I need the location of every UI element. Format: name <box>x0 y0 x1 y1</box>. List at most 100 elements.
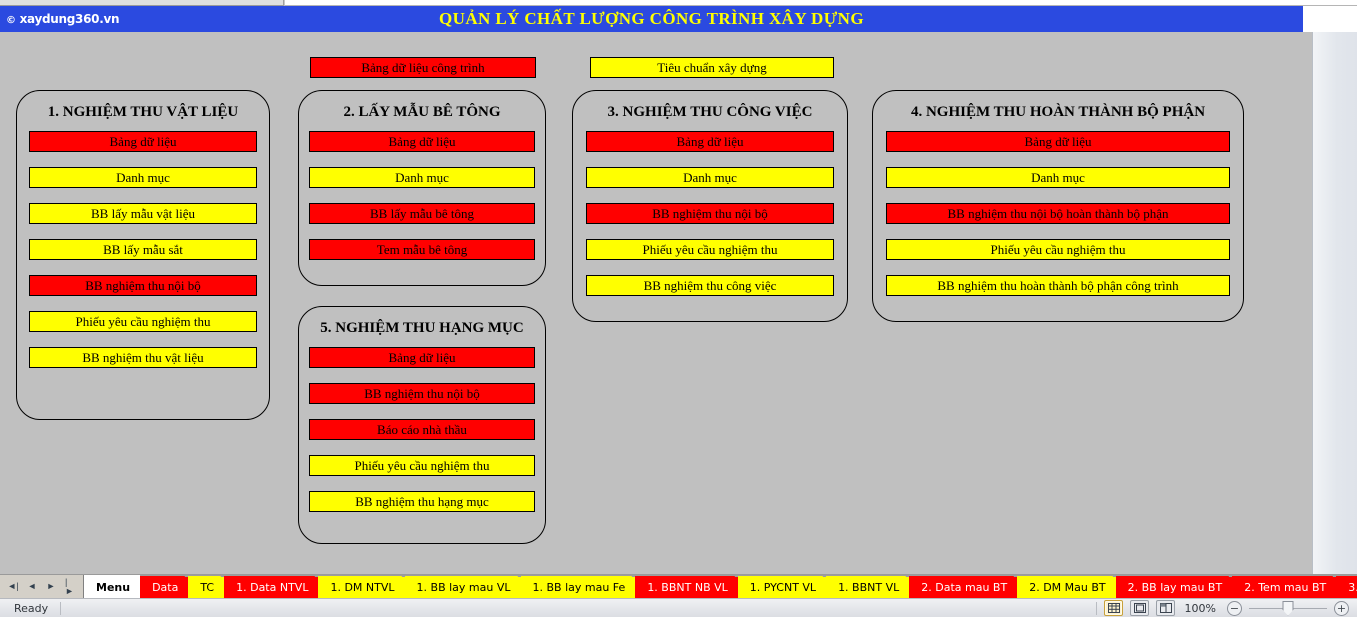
status-bar: Ready 100% − + <box>0 598 1357 617</box>
panel-5-buttons: Bảng dữ liệu BB nghiệm thu nội bộ Báo cá… <box>299 347 545 512</box>
page-layout-view-icon[interactable] <box>1130 600 1149 616</box>
button-p3-bb-nghiem-thu-noi-bo[interactable]: BB nghiệm thu nội bộ <box>586 203 834 224</box>
panel-lay-mau-be-tong: 2. LẤY MẪU BÊ TÔNG Bảng dữ liệu Danh mục… <box>298 90 546 286</box>
title-bar-right-padding <box>1303 6 1357 32</box>
sheet-tab-navigation: ◄| ◄ ► |► <box>0 575 84 598</box>
button-p5-phieu-yeu-cau-nghiem-thu[interactable]: Phiếu yêu cầu nghiệm thu <box>309 455 535 476</box>
button-p1-danh-muc[interactable]: Danh mục <box>29 167 257 188</box>
zoom-out-button[interactable]: − <box>1227 600 1242 616</box>
sheet-tab-data-ntvl[interactable]: 1. Data NTVL <box>224 575 320 598</box>
sheet-tab-bbnt-nb-vl[interactable]: 1. BBNT NB VL <box>635 575 739 598</box>
zoom-level: 100% <box>1184 601 1216 615</box>
button-p5-bb-nghiem-thu-hang-muc[interactable]: BB nghiệm thu hạng mục <box>309 491 535 512</box>
sheet-tab-label: 1. PYCNT VL <box>749 580 817 594</box>
sheet-tab-bar: ◄| ◄ ► |► Menu Data TC 1. Data NTVL 1. D… <box>0 574 1357 598</box>
panel-3-buttons: Bảng dữ liệu Danh mục BB nghiệm thu nội … <box>573 131 847 296</box>
sheet-tabs: Menu Data TC 1. Data NTVL 1. DM NTVL 1. … <box>84 575 1357 598</box>
button-tieu-chuan-xay-dung[interactable]: Tiêu chuẩn xây dựng <box>590 57 834 78</box>
page-break-view-icon[interactable] <box>1156 600 1175 616</box>
panel-4-title: 4. NGHIỆM THU HOÀN THÀNH BỘ PHẬN <box>910 104 1206 120</box>
button-p2-bb-lay-mau-be-tong[interactable]: BB lấy mẫu bê tông <box>309 203 535 224</box>
brand-label: xaydung360.vn <box>19 12 120 26</box>
panel-1-title: 1. NGHIỆM THU VẬT LIỆU <box>47 104 239 120</box>
button-p5-bb-nghiem-thu-noi-bo[interactable]: BB nghiệm thu nội bộ <box>309 383 535 404</box>
panel-nghiem-thu-hang-muc: 5. NGHIỆM THU HẠNG MỤC Bảng dữ liệu BB n… <box>298 306 546 544</box>
panel-nghiem-thu-hoan-thanh-bo-phan: 4. NGHIỆM THU HOÀN THÀNH BỘ PHẬN Bảng dữ… <box>872 90 1244 322</box>
panel-5-title: 5. NGHIỆM THU HẠNG MỤC <box>320 320 524 336</box>
sheet-tab-bb-lay-mau-fe[interactable]: 1. BB lay mau Fe <box>520 575 637 598</box>
first-sheet-icon[interactable]: ◄| <box>7 581 18 593</box>
zoom-in-button[interactable]: + <box>1334 600 1349 616</box>
sheet-tab-data[interactable]: Data <box>140 575 190 598</box>
button-p1-bang-du-lieu[interactable]: Bảng dữ liệu <box>29 131 257 152</box>
sheet-tab-label: 1. BBNT NB VL <box>647 580 728 594</box>
sheet-tab-dm-mau-bt[interactable]: 2. DM Mau BT <box>1017 575 1117 598</box>
sheet-tab-dm-ntvl[interactable]: 1. DM NTVL <box>318 575 406 598</box>
worksheet-right-gap <box>1303 32 1312 574</box>
brand-logo: © xaydung360.vn <box>6 12 120 26</box>
button-p1-bb-nghiem-thu-vat-lieu[interactable]: BB nghiệm thu vật liệu <box>29 347 257 368</box>
button-bang-du-lieu-cong-trinh[interactable]: Bảng dữ liệu công trình <box>310 57 536 78</box>
button-p5-bang-du-lieu[interactable]: Bảng dữ liệu <box>309 347 535 368</box>
panel-3-title: 3. NGHIỆM THU CÔNG VIỆC <box>607 104 813 120</box>
panel-1-buttons: Bảng dữ liệu Danh mục BB lấy mẫu vật liệ… <box>17 131 269 368</box>
sheet-tab-bb-lay-mau-bt[interactable]: 2. BB lay mau BT <box>1115 575 1234 598</box>
button-p1-phieu-yeu-cau-nghiem-thu[interactable]: Phiếu yêu cầu nghiệm thu <box>29 311 257 332</box>
sheet-tab-tem-mau-bt[interactable]: 2. Tem mau BT <box>1232 575 1338 598</box>
sheet-tab-menu[interactable]: Menu <box>84 575 142 598</box>
sheet-tab-label: Data <box>152 580 179 594</box>
next-sheet-icon[interactable]: ► <box>46 581 56 593</box>
last-sheet-icon[interactable]: |► <box>65 577 75 595</box>
panel-nghiem-thu-cong-viec: 3. NGHIỆM THU CÔNG VIỆC Bảng dữ liệu Dan… <box>572 90 848 322</box>
excel-window: © xaydung360.vn QUẢN LÝ CHẤT LƯỢNG CÔNG … <box>0 0 1357 617</box>
status-left-group: Ready <box>0 601 62 615</box>
sheet-tab-label: TC <box>200 580 215 594</box>
normal-view-icon[interactable] <box>1104 600 1123 616</box>
button-p4-bb-nghiem-thu-noi-bo-hoan-thanh[interactable]: BB nghiệm thu nội bộ hoàn thành bộ phận <box>886 203 1230 224</box>
button-p1-bb-lay-mau-vat-lieu[interactable]: BB lấy mẫu vật liệu <box>29 203 257 224</box>
button-p1-bb-nghiem-thu-noi-bo[interactable]: BB nghiệm thu nội bộ <box>29 275 257 296</box>
sheet-tab-label: 2. Data mau BT <box>921 580 1008 594</box>
sheet-tab-bbnt-vl[interactable]: 1. BBNT VL <box>826 575 911 598</box>
sheet-tab-pycnt-vl[interactable]: 1. PYCNT VL <box>737 575 828 598</box>
panel-nghiem-thu-vat-lieu: 1. NGHIỆM THU VẬT LIỆU Bảng dữ liệu Danh… <box>16 90 270 420</box>
button-p2-danh-muc[interactable]: Danh mục <box>309 167 535 188</box>
button-p3-danh-muc[interactable]: Danh mục <box>586 167 834 188</box>
panel-2-title: 2. LẤY MẪU BÊ TÔNG <box>343 104 501 120</box>
sheet-tab-label: 1. Data NTVL <box>236 580 309 594</box>
zoom-slider[interactable] <box>1249 600 1327 616</box>
sheet-tab-label: 2. BB lay mau BT <box>1127 580 1223 594</box>
sheet-tab-label: 1. BB lay mau VL <box>416 580 511 594</box>
button-p3-bang-du-lieu[interactable]: Bảng dữ liệu <box>586 131 834 152</box>
vertical-scrollbar[interactable] <box>1312 32 1357 574</box>
sheet-tab-label: 2. DM Mau BT <box>1029 580 1106 594</box>
page-title: QUẢN LÝ CHẤT LƯỢNG CÔNG TRÌNH XÂY DỰNG <box>439 9 864 28</box>
copyright-icon: © <box>6 15 16 26</box>
button-p3-bb-nghiem-thu-cong-viec[interactable]: BB nghiệm thu công việc <box>586 275 834 296</box>
button-p1-bb-lay-mau-sat[interactable]: BB lấy mẫu sắt <box>29 239 257 260</box>
sheet-tab-tc[interactable]: TC <box>188 575 226 598</box>
panel-2-buttons: Bảng dữ liệu Danh mục BB lấy mẫu bê tông… <box>299 131 545 260</box>
zoom-slider-thumb[interactable] <box>1282 600 1294 616</box>
sheet-tab-dat[interactable]: 3. Dat <box>1336 575 1357 598</box>
button-p3-phieu-yeu-cau-nghiem-thu[interactable]: Phiếu yêu cầu nghiệm thu <box>586 239 834 260</box>
sheet-tab-label: 1. BB lay mau Fe <box>532 580 626 594</box>
panel-4-buttons: Bảng dữ liệu Danh mục BB nghiệm thu nội … <box>873 131 1243 296</box>
button-p4-danh-muc[interactable]: Danh mục <box>886 167 1230 188</box>
button-p2-bang-du-lieu[interactable]: Bảng dữ liệu <box>309 131 535 152</box>
button-p4-phieu-yeu-cau-nghiem-thu[interactable]: Phiếu yêu cầu nghiệm thu <box>886 239 1230 260</box>
sheet-tab-bb-lay-mau-vl[interactable]: 1. BB lay mau VL <box>404 575 522 598</box>
sheet-tab-label: 2. Tem mau BT <box>1244 580 1327 594</box>
sheet-tab-label: 3. Dat <box>1348 580 1357 594</box>
status-text: Ready <box>14 601 49 615</box>
button-p5-bao-cao-nha-thau[interactable]: Báo cáo nhà thầu <box>309 419 535 440</box>
button-p4-bang-du-lieu[interactable]: Bảng dữ liệu <box>886 131 1230 152</box>
button-p4-bb-nghiem-thu-hoan-thanh-bo-phan[interactable]: BB nghiệm thu hoàn thành bộ phận công tr… <box>886 275 1230 296</box>
button-p2-tem-mau-be-tong[interactable]: Tem mẫu bê tông <box>309 239 535 260</box>
previous-sheet-icon[interactable]: ◄ <box>27 581 37 593</box>
app-title-bar: © xaydung360.vn QUẢN LÝ CHẤT LƯỢNG CÔNG … <box>0 6 1303 32</box>
sheet-tab-label: 1. BBNT VL <box>838 580 900 594</box>
sheet-tab-data-mau-bt[interactable]: 2. Data mau BT <box>909 575 1019 598</box>
status-right-group: 100% − + <box>1096 600 1357 616</box>
status-divider <box>60 601 62 615</box>
